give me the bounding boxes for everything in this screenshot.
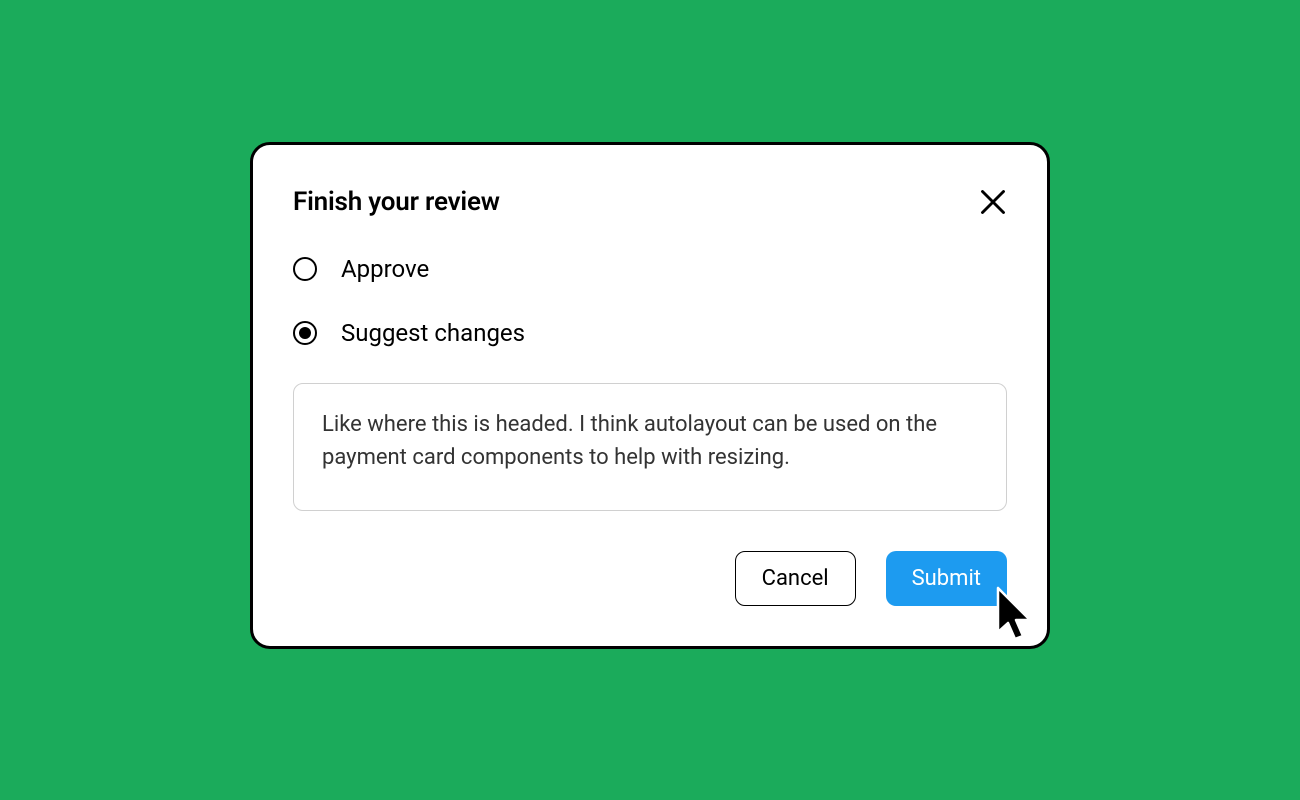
close-button[interactable] bbox=[979, 188, 1007, 216]
dialog-title: Finish your review bbox=[293, 187, 500, 217]
radio-option-suggest-changes[interactable]: Suggest changes bbox=[293, 319, 1007, 347]
dialog-button-row: Cancel Submit bbox=[293, 551, 1007, 606]
radio-label: Suggest changes bbox=[341, 319, 525, 347]
dialog-header: Finish your review bbox=[293, 187, 1007, 217]
radio-label: Approve bbox=[341, 255, 429, 283]
radio-icon bbox=[293, 257, 317, 281]
cancel-button[interactable]: Cancel bbox=[735, 551, 856, 606]
review-dialog: Finish your review Approve Suggest chang… bbox=[250, 142, 1050, 649]
radio-icon bbox=[293, 321, 317, 345]
submit-button[interactable]: Submit bbox=[886, 551, 1007, 606]
review-type-radio-group: Approve Suggest changes bbox=[293, 255, 1007, 347]
close-icon bbox=[979, 188, 1007, 216]
review-comment-input[interactable] bbox=[293, 383, 1007, 511]
radio-option-approve[interactable]: Approve bbox=[293, 255, 1007, 283]
